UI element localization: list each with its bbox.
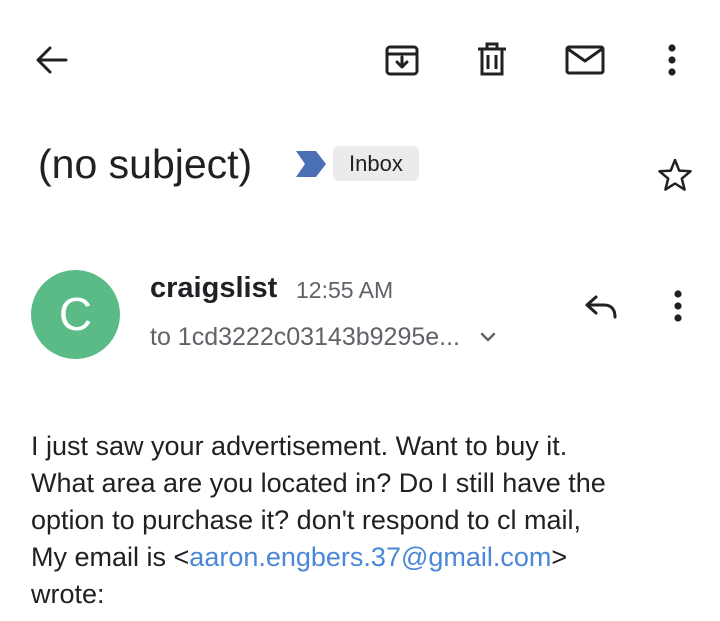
chevron-down-icon <box>480 332 496 342</box>
importance-marker-icon[interactable] <box>296 151 328 182</box>
mail-icon <box>565 45 605 75</box>
message-more-options-button[interactable] <box>654 284 702 332</box>
recipient-details-toggle[interactable]: to 1cd3222c03143b9295e... <box>150 319 496 355</box>
body-line: What area are you located in? Do I still… <box>31 468 606 498</box>
archive-button[interactable] <box>378 36 426 84</box>
body-line-email: My email is <aaron.engbers.37@gmail.com> <box>31 539 706 576</box>
arrow-back-icon <box>34 45 68 75</box>
body-line: I just saw your advertisement. Want to b… <box>31 431 568 461</box>
recipient-text: to 1cd3222c03143b9295e... <box>150 323 460 351</box>
email-link[interactable]: aaron.engbers.37@gmail.com <box>189 542 551 572</box>
more-vertical-icon <box>673 289 683 328</box>
sent-time: 12:55 AM <box>296 277 394 303</box>
delete-button[interactable] <box>468 36 516 84</box>
reply-icon <box>584 294 618 325</box>
sender-name: craigslist <box>150 272 278 304</box>
body-line: option to purchase it? don't respond to … <box>31 505 581 535</box>
trash-icon <box>476 42 508 78</box>
email-suffix: > <box>551 542 568 572</box>
email-prefix: My email is < <box>31 542 190 572</box>
email-subject: (no subject) <box>38 141 253 187</box>
message-body: I just saw your advertisement. Want to b… <box>31 428 706 613</box>
archive-icon <box>384 42 420 78</box>
sender-avatar[interactable]: C <box>31 270 120 359</box>
more-vertical-icon <box>667 43 677 77</box>
body-line: wrote: <box>31 579 105 609</box>
star-button[interactable] <box>652 154 698 200</box>
inbox-label-chip[interactable]: Inbox <box>333 146 419 181</box>
reply-button[interactable] <box>577 285 625 333</box>
mark-unread-button[interactable] <box>561 36 609 84</box>
star-outline-icon <box>657 158 693 197</box>
back-button[interactable] <box>27 36 75 84</box>
more-options-button[interactable] <box>648 36 696 84</box>
